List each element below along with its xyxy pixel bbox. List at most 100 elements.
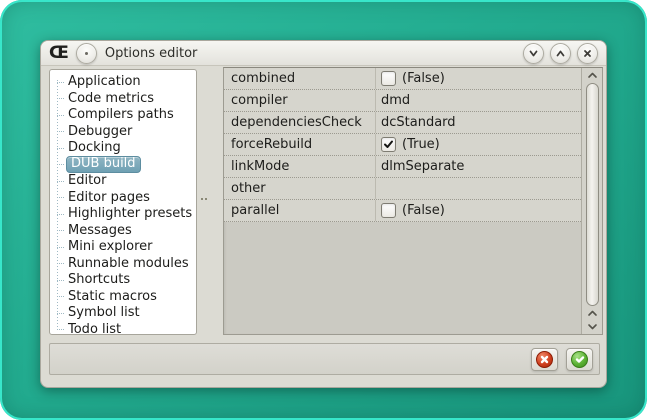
sidebar-item-label: Highlighter presets xyxy=(68,206,193,222)
sidebar-item-label: Debugger xyxy=(68,123,133,139)
accept-button[interactable] xyxy=(566,347,593,371)
sidebar-item-label: Mini explorer xyxy=(68,239,153,255)
sidebar-item-dub-build[interactable]: DUB build xyxy=(50,156,196,174)
property-value-cell[interactable]: (False) xyxy=(376,68,581,89)
property-name: other xyxy=(231,181,266,196)
sidebar-item-editor[interactable]: Editor xyxy=(50,173,196,190)
sidebar-item-todo-list[interactable]: Todo list xyxy=(50,321,196,335)
property-value-cell[interactable]: dlmSeparate xyxy=(376,156,581,177)
scroll-up-button[interactable] xyxy=(582,69,602,82)
sidebar-item-highlighter-presets[interactable]: Highlighter presets xyxy=(50,206,196,223)
scroll-down-button[interactable] xyxy=(582,320,602,333)
accept-check-icon xyxy=(571,350,588,368)
property-value-cell[interactable]: dcStandard xyxy=(376,112,581,133)
property-value: dlmSeparate xyxy=(381,159,465,174)
property-value: (False) xyxy=(402,71,445,86)
chevron-down-icon xyxy=(529,50,538,56)
sidebar-item-shortcuts[interactable]: Shortcuts xyxy=(50,272,196,289)
sidebar-item-label: Shortcuts xyxy=(68,272,131,288)
tree-branch-icon xyxy=(57,164,64,166)
property-name: linkMode xyxy=(231,159,290,174)
sidebar-item-compilers-paths[interactable]: Compilers paths xyxy=(50,107,196,124)
sidebar-item-docking[interactable]: Docking xyxy=(50,140,196,157)
checkbox[interactable] xyxy=(381,203,396,218)
tree-branch-icon xyxy=(57,180,64,182)
property-name: dependenciesCheck xyxy=(231,115,362,130)
checkbox[interactable] xyxy=(381,71,396,86)
splitter-handle[interactable] xyxy=(198,69,210,335)
tree-branch-icon xyxy=(57,98,64,100)
window-menu-button[interactable] xyxy=(75,42,97,64)
property-name-cell: combined xyxy=(224,68,376,89)
scroll-up-button-bottom[interactable] xyxy=(582,307,602,320)
cancel-x-icon xyxy=(536,350,553,368)
property-value: (False) xyxy=(402,203,445,218)
property-value: dcStandard xyxy=(381,115,456,130)
property-name-cell: parallel xyxy=(224,200,376,221)
footer-bar xyxy=(49,343,600,375)
sidebar-item-label: Static macros xyxy=(68,288,157,304)
property-row-combined[interactable]: combined (False) xyxy=(224,68,581,90)
window-menu-icon xyxy=(84,51,88,55)
tree-branch-icon xyxy=(57,296,64,298)
sidebar-item-label: Compilers paths xyxy=(68,107,174,123)
tree-branch-icon xyxy=(57,81,64,83)
splitter-grip-icon xyxy=(200,197,207,202)
property-value-cell[interactable] xyxy=(376,178,581,199)
tree-branch-icon xyxy=(57,131,64,133)
property-value: (True) xyxy=(402,137,440,152)
property-row-other[interactable]: other xyxy=(224,178,581,200)
sidebar-item-label: Docking xyxy=(68,140,121,156)
property-name-cell: compiler xyxy=(224,90,376,111)
property-grid: combined (False) compiler dmd dependenci… xyxy=(223,67,603,335)
property-name-cell: dependenciesCheck xyxy=(224,112,376,133)
property-name: combined xyxy=(231,71,296,86)
chevron-down-icon xyxy=(587,324,597,330)
property-row-linkMode[interactable]: linkMode dlmSeparate xyxy=(224,156,581,178)
desktop-backdrop: Œ Options editor Application Code metric… xyxy=(0,0,647,420)
tree-branch-icon xyxy=(57,312,64,314)
cancel-button[interactable] xyxy=(531,347,558,371)
property-row-dependenciesCheck[interactable]: dependenciesCheck dcStandard xyxy=(224,112,581,134)
options-editor-window: Œ Options editor Application Code metric… xyxy=(40,40,607,388)
vertical-scrollbar[interactable] xyxy=(581,68,602,334)
chevron-up-icon xyxy=(587,310,597,316)
sidebar-item-editor-pages[interactable]: Editor pages xyxy=(50,190,196,207)
checkbox[interactable] xyxy=(381,137,396,152)
minimize-button[interactable] xyxy=(523,42,544,64)
coedit-app-icon: Œ xyxy=(49,42,69,63)
property-value-cell[interactable]: (True) xyxy=(376,134,581,155)
scrollbar-thumb[interactable] xyxy=(585,83,599,306)
sidebar-item-code-metrics[interactable]: Code metrics xyxy=(50,91,196,108)
category-tree: Application Code metrics Compilers paths… xyxy=(49,69,197,335)
property-row-compiler[interactable]: compiler dmd xyxy=(224,90,581,112)
tree-branch-icon xyxy=(57,147,64,149)
sidebar-item-label: Todo list xyxy=(68,321,122,335)
close-button[interactable] xyxy=(577,42,598,64)
sidebar-item-label: Symbol list xyxy=(68,305,140,321)
property-value-cell[interactable]: dmd xyxy=(376,90,581,111)
property-name-cell: forceRebuild xyxy=(224,134,376,155)
property-row-forceRebuild[interactable]: forceRebuild (True) xyxy=(224,134,581,156)
tree-branch-icon xyxy=(57,230,64,232)
property-value-cell[interactable]: (False) xyxy=(376,200,581,221)
sidebar-item-messages[interactable]: Messages xyxy=(50,223,196,240)
window-controls xyxy=(523,42,598,64)
property-value: dmd xyxy=(381,93,411,108)
property-name: compiler xyxy=(231,93,288,108)
window-title: Options editor xyxy=(104,45,198,61)
sidebar-item-symbol-list[interactable]: Symbol list xyxy=(50,305,196,322)
sidebar-item-mini-explorer[interactable]: Mini explorer xyxy=(50,239,196,256)
maximize-button[interactable] xyxy=(550,42,571,64)
sidebar-item-application[interactable]: Application xyxy=(50,74,196,91)
property-rows: combined (False) compiler dmd dependenci… xyxy=(224,68,581,222)
titlebar[interactable]: Œ Options editor xyxy=(41,41,606,66)
sidebar-item-debugger[interactable]: Debugger xyxy=(50,124,196,141)
sidebar-item-label: Runnable modules xyxy=(68,255,189,271)
chevron-up-icon xyxy=(556,50,565,56)
property-row-parallel[interactable]: parallel (False) xyxy=(224,200,581,222)
tree-branch-icon xyxy=(57,213,64,215)
sidebar-item-static-macros[interactable]: Static macros xyxy=(50,289,196,306)
sidebar-item-label: Editor pages xyxy=(68,189,150,205)
sidebar-item-runnable-modules[interactable]: Runnable modules xyxy=(50,256,196,273)
